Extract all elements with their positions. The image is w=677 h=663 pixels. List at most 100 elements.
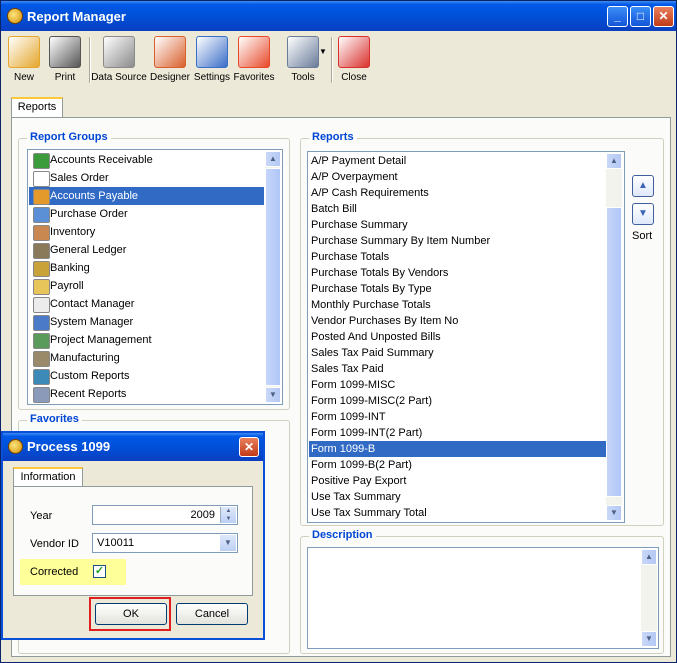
- toolbar-data-source-button[interactable]: Data Source: [91, 33, 147, 87]
- reports-list[interactable]: A/P Payment Detail A/P Overpayment A/P Cas…: [307, 151, 625, 523]
- toolbar-separator: [89, 37, 91, 83]
- spinner-arrows-icon[interactable]: ▲ ▼: [220, 507, 236, 523]
- tools-dropdown-arrow-icon[interactable]: ▼: [319, 47, 327, 56]
- toolbar-close-button[interactable]: Close: [335, 33, 373, 87]
- list-item[interactable]: Batch Bill: [309, 201, 606, 217]
- toolbar-designer-button[interactable]: Designer: [149, 33, 191, 87]
- list-item[interactable]: Project Management: [29, 331, 264, 349]
- vendor-id-combobox[interactable]: V10011 ▼: [92, 533, 238, 553]
- report-group-label: Recent Reports: [50, 388, 127, 400]
- report-group-icon: [33, 153, 50, 169]
- year-spinner[interactable]: 2009 ▲ ▼: [92, 505, 238, 525]
- list-item[interactable]: General Ledger: [29, 241, 264, 259]
- report-group-label: Accounts Receivable: [50, 154, 153, 166]
- new-report-icon: [8, 36, 40, 68]
- tab-information[interactable]: Information: [13, 467, 83, 487]
- dialog-close-button[interactable]: ✕: [239, 437, 259, 457]
- reports-title: Reports: [309, 131, 357, 143]
- scroll-thumb[interactable]: [265, 168, 281, 386]
- list-item[interactable]: Sales Tax Paid Summary: [309, 345, 606, 361]
- process-1099-dialog: Process 1099 ✕ Information Year 2009 ▲ ▼ …: [1, 431, 265, 640]
- ok-button[interactable]: OK: [95, 603, 167, 625]
- dialog-title: Process 1099: [27, 439, 111, 454]
- reports-scrollbar[interactable]: ▲ ▼: [606, 153, 622, 521]
- sort-down-button[interactable]: ▼: [632, 203, 654, 225]
- title-bar[interactable]: Report Manager _ □ ✕: [1, 1, 676, 31]
- report-groups-group: Report Groups Accounts Receivable Sales O…: [18, 131, 290, 410]
- list-item[interactable]: Use Tax Summary Total: [309, 505, 606, 521]
- scroll-down-arrow-icon[interactable]: ▼: [641, 631, 657, 647]
- scroll-up-arrow-icon[interactable]: ▲: [641, 549, 657, 565]
- database-icon: [103, 36, 135, 68]
- list-item[interactable]: A/P Cash Requirements: [309, 185, 606, 201]
- report-group-label: General Ledger: [50, 244, 127, 256]
- scroll-down-arrow-icon[interactable]: ▼: [265, 387, 281, 403]
- list-item[interactable]: Form 1099-INT(2 Part): [309, 425, 606, 441]
- list-item[interactable]: Purchase Summary By Item Number: [309, 233, 606, 249]
- close-window-button[interactable]: ✕: [653, 6, 674, 27]
- dialog-title-bar[interactable]: Process 1099 ✕: [3, 433, 263, 461]
- list-item[interactable]: Purchase Order: [29, 205, 264, 223]
- list-item[interactable]: Form 1099-B(2 Part): [309, 457, 606, 473]
- list-item[interactable]: Payroll: [29, 277, 264, 295]
- toolbar-settings-button[interactable]: Settings: [193, 33, 231, 87]
- list-item[interactable]: Form 1099-MISC: [309, 377, 606, 393]
- list-item[interactable]: Monthly Purchase Totals: [309, 297, 606, 313]
- maximize-button[interactable]: □: [630, 6, 651, 27]
- list-item[interactable]: Sales Order: [29, 169, 264, 187]
- window-title: Report Manager: [27, 9, 126, 24]
- report-group-icon: [33, 171, 50, 187]
- list-item[interactable]: Manufacturing: [29, 349, 264, 367]
- minimize-button[interactable]: _: [607, 6, 628, 27]
- list-item[interactable]: A/P Overpayment: [309, 169, 606, 185]
- list-item[interactable]: Form 1099-INT: [309, 409, 606, 425]
- list-item[interactable]: Purchase Totals: [309, 249, 606, 265]
- list-item[interactable]: System Manager: [29, 313, 264, 331]
- list-item[interactable]: Banking: [29, 259, 264, 277]
- toolbar-settings-label: Settings: [193, 72, 231, 83]
- scroll-thumb[interactable]: [606, 207, 622, 497]
- toolbar-print-button[interactable]: Print: [45, 33, 85, 87]
- cancel-button[interactable]: Cancel: [176, 603, 248, 625]
- report-manager-window: Report Manager _ □ ✕ New Print Data Source…: [0, 0, 677, 663]
- information-panel: Year 2009 ▲ ▼ Vendor ID V10011 ▼ Correcte…: [13, 486, 253, 596]
- list-item[interactable]: Vendor Purchases By Item No: [309, 313, 606, 329]
- list-item[interactable]: Inventory: [29, 223, 264, 241]
- list-item[interactable]: A/P Payment Detail: [309, 153, 606, 169]
- description-group: Description ▲ ▼: [300, 529, 664, 654]
- list-item[interactable]: Custom Reports: [29, 367, 264, 385]
- vendor-id-value: V10011: [97, 537, 135, 549]
- list-item[interactable]: Form 1099-MISC(2 Part): [309, 393, 606, 409]
- dialog-app-icon: [8, 439, 23, 454]
- list-item[interactable]: Recent Reports: [29, 385, 264, 403]
- year-label: Year: [30, 510, 53, 522]
- list-item[interactable]: Form 1099-B: [309, 441, 606, 457]
- description-scrollbar[interactable]: ▲ ▼: [641, 549, 657, 647]
- list-item[interactable]: Purchase Summary: [309, 217, 606, 233]
- scroll-down-arrow-icon[interactable]: ▼: [606, 505, 622, 521]
- report-groups-scrollbar[interactable]: ▲ ▼: [265, 151, 281, 403]
- toolbar-new-button[interactable]: New: [5, 33, 43, 87]
- list-item[interactable]: Posted And Unposted Bills: [309, 329, 606, 345]
- toolbar-favorites-button[interactable]: Favorites: [231, 33, 277, 87]
- list-item[interactable]: Positive Pay Export: [309, 473, 606, 489]
- list-item[interactable]: Accounts Receivable: [29, 151, 264, 169]
- toolbar-tools-button[interactable]: Tools: [279, 33, 327, 87]
- list-item[interactable]: Purchase Totals By Vendors: [309, 265, 606, 281]
- corrected-checkbox[interactable]: ✓: [93, 565, 106, 578]
- list-item[interactable]: Contact Manager: [29, 295, 264, 313]
- list-item[interactable]: Accounts Payable: [29, 187, 264, 205]
- report-group-icon: [33, 315, 50, 331]
- toolbar-separator: [331, 37, 333, 83]
- dropdown-arrow-icon[interactable]: ▼: [220, 535, 236, 551]
- list-item[interactable]: Purchase Totals By Type: [309, 281, 606, 297]
- scroll-up-arrow-icon[interactable]: ▲: [265, 151, 281, 167]
- report-group-label: Payroll: [50, 280, 84, 292]
- tab-reports[interactable]: Reports: [11, 97, 63, 117]
- list-item[interactable]: Sales Tax Paid: [309, 361, 606, 377]
- list-item[interactable]: Use Tax Summary: [309, 489, 606, 505]
- sort-up-button[interactable]: ▲: [632, 175, 654, 197]
- printer-icon: [49, 36, 81, 68]
- report-groups-list[interactable]: Accounts Receivable Sales Order Accounts P…: [27, 149, 283, 405]
- scroll-up-arrow-icon[interactable]: ▲: [606, 153, 622, 169]
